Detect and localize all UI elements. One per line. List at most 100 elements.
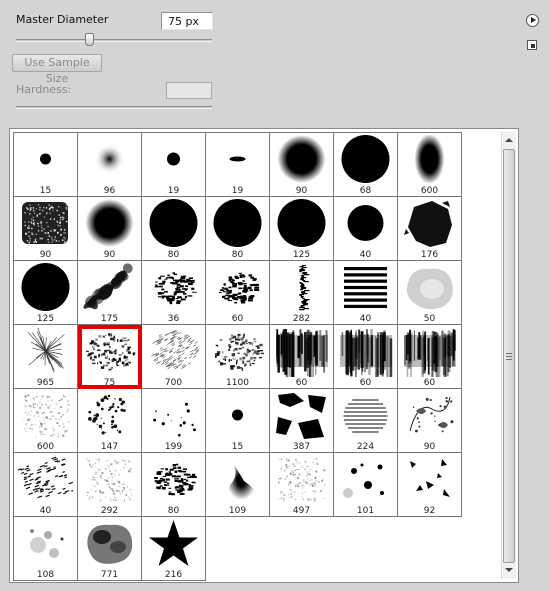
- diameter-slider-thumb[interactable]: [85, 33, 95, 46]
- brush-size-label: 497: [292, 506, 311, 516]
- brush-size-label: 80: [167, 250, 180, 260]
- brush-thumbnail-icon: [226, 461, 256, 500]
- brush-preset-grunge-streaks[interactable]: 60: [334, 325, 398, 389]
- brush-preset-horizontal-lines[interactable]: 40: [334, 261, 398, 325]
- brush-preset-scatter-dense[interactable]: 60: [206, 261, 270, 325]
- brush-preset-soft-round[interactable]: 90: [78, 197, 142, 261]
- empty-slot: [206, 517, 270, 581]
- brush-thumbnail-icon: [213, 199, 262, 247]
- brush-thumbnail-icon: [277, 135, 326, 183]
- brush-preset-soft-dot[interactable]: 96: [78, 133, 142, 197]
- brush-thumbnail-icon: [154, 463, 197, 496]
- brush-preset-scatter-splatter[interactable]: 1100: [206, 325, 270, 389]
- brush-size-label: 771: [100, 570, 119, 580]
- brush-preset-hard-dot[interactable]: 15: [14, 133, 78, 197]
- brush-thumbnail-icon: [276, 393, 326, 439]
- brush-preset-sparse-dots[interactable]: 199: [142, 389, 206, 453]
- picker-scrollbar[interactable]: [501, 132, 516, 579]
- brush-grid: 15 96 19 19 90 68 600 90 90 80 80 125 40 176 125 175 36 6…: [13, 132, 462, 581]
- brush-preset-dash-texture[interactable]: 40: [14, 453, 78, 517]
- brush-preset-hard-round[interactable]: 80: [142, 197, 206, 261]
- brush-preset-scatter-dense[interactable]: 80: [142, 453, 206, 517]
- brush-preset-faint-texture[interactable]: 292: [78, 453, 142, 517]
- brush-preset-ink-splat[interactable]: 176: [398, 197, 462, 261]
- brush-preset-scatter-dense[interactable]: 36: [142, 261, 206, 325]
- brush-preset-vertical-scribble[interactable]: 282: [270, 261, 334, 325]
- brush-preset-bubble-dots[interactable]: 101: [334, 453, 398, 517]
- brush-preset-starburst[interactable]: 965: [14, 325, 78, 389]
- brush-preset-hard-dot-small[interactable]: 19: [142, 133, 206, 197]
- brush-size-label: 36: [167, 314, 180, 324]
- brush-thumbnail-icon: [149, 520, 198, 566]
- brush-preset-grass-texture[interactable]: 700: [142, 325, 206, 389]
- brush-preset-smoke-blob[interactable]: 109: [206, 453, 270, 517]
- scrollbar-thumb[interactable]: [503, 149, 515, 563]
- brush-thumbnail-icon: [167, 152, 180, 166]
- brush-size-label: 80: [167, 506, 180, 516]
- brush-preset-torn-paper[interactable]: 387: [270, 389, 334, 453]
- hardness-input[interactable]: [166, 82, 212, 99]
- flyout-menu-icon[interactable]: [526, 14, 539, 27]
- brush-thumbnail-icon: [404, 329, 456, 377]
- use-sample-size-button[interactable]: Use Sample Size: [12, 54, 102, 85]
- brush-preset-hard-round[interactable]: 80: [206, 197, 270, 261]
- diameter-input[interactable]: 75 px: [161, 12, 213, 30]
- brush-thumbnail-icon: [27, 327, 65, 373]
- brush-thumbnail-icon: [83, 263, 133, 310]
- brush-preset-leaf-scatter[interactable]: 92: [398, 453, 462, 517]
- brush-preset-soft-round[interactable]: 90: [270, 133, 334, 197]
- brush-thumbnail-icon: [414, 135, 445, 184]
- brush-size-label: 387: [292, 442, 311, 452]
- brush-preset-grey-cloud-dark[interactable]: 771: [78, 517, 142, 581]
- brush-preset-textured-square[interactable]: 90: [14, 197, 78, 261]
- brush-preset-sparse-splatter[interactable]: 147: [78, 389, 142, 453]
- empty-slot: [270, 517, 334, 581]
- brush-preset-hard-round[interactable]: 125: [14, 261, 78, 325]
- brush-size-label: 60: [359, 378, 372, 388]
- brush-preset-floral-swirl[interactable]: 90: [398, 389, 462, 453]
- brush-size-label: 60: [423, 378, 436, 388]
- brush-preset-grunge-streaks[interactable]: 60: [398, 325, 462, 389]
- brush-size-label: 108: [36, 570, 55, 580]
- brush-size-label: 92: [423, 506, 436, 516]
- brush-preset-grey-bubbles[interactable]: 108: [14, 517, 78, 581]
- brush-preset-faint-texture[interactable]: 497: [270, 453, 334, 517]
- brush-preset-hard-round[interactable]: 68: [334, 133, 398, 197]
- new-preset-icon[interactable]: [527, 40, 537, 50]
- brush-preset-flat-ellipse[interactable]: 19: [206, 133, 270, 197]
- empty-slot: [334, 517, 398, 581]
- brush-preset-diagonal-stroke[interactable]: 175: [78, 261, 142, 325]
- brush-preset-star[interactable]: 216: [142, 517, 206, 581]
- brush-thumbnail-icon: [406, 268, 453, 310]
- brush-thumbnail-icon: [21, 263, 70, 311]
- brush-size-label: 216: [164, 570, 183, 580]
- scroll-up-arrow-icon[interactable]: [504, 135, 514, 145]
- brush-preset-grey-cloud[interactable]: 50: [398, 261, 462, 325]
- brush-size-label: 75: [103, 378, 116, 388]
- brush-thumbnail-icon: [22, 202, 68, 244]
- brush-preset-faint-texture[interactable]: 600: [14, 389, 78, 453]
- brush-preset-striped-ball[interactable]: 224: [334, 389, 398, 453]
- brush-preset-hard-round[interactable]: 125: [270, 197, 334, 261]
- brush-thumbnail-icon: [214, 333, 265, 371]
- brush-preset-grunge-streaks[interactable]: 60: [270, 325, 334, 389]
- brush-preset-vertical-ellipse[interactable]: 600: [398, 133, 462, 197]
- brush-thumbnail-icon: [229, 156, 246, 162]
- scroll-down-arrow-icon[interactable]: [504, 566, 514, 576]
- hardness-slider-track[interactable]: [16, 106, 212, 109]
- brush-size-label: 90: [423, 442, 436, 452]
- brush-thumbnail-icon: [86, 458, 133, 502]
- scroll-grip-icon: [506, 353, 512, 360]
- brush-thumbnail-icon: [40, 153, 51, 165]
- brush-size-label: 68: [359, 186, 372, 196]
- brush-thumbnail-icon: [276, 329, 328, 377]
- diameter-slider-track[interactable]: [16, 39, 212, 42]
- brush-size-label: 101: [356, 506, 375, 516]
- brush-preset-hard-dot[interactable]: 15: [206, 389, 270, 453]
- brush-size-label: 700: [164, 378, 183, 388]
- brush-preset-scatter-splatter[interactable]: 75: [78, 325, 142, 389]
- brush-thumbnail-icon: [85, 333, 136, 371]
- brush-preset-hard-round-small[interactable]: 40: [334, 197, 398, 261]
- hardness-label: Hardness:: [16, 83, 72, 96]
- brush-size-label: 199: [164, 442, 183, 452]
